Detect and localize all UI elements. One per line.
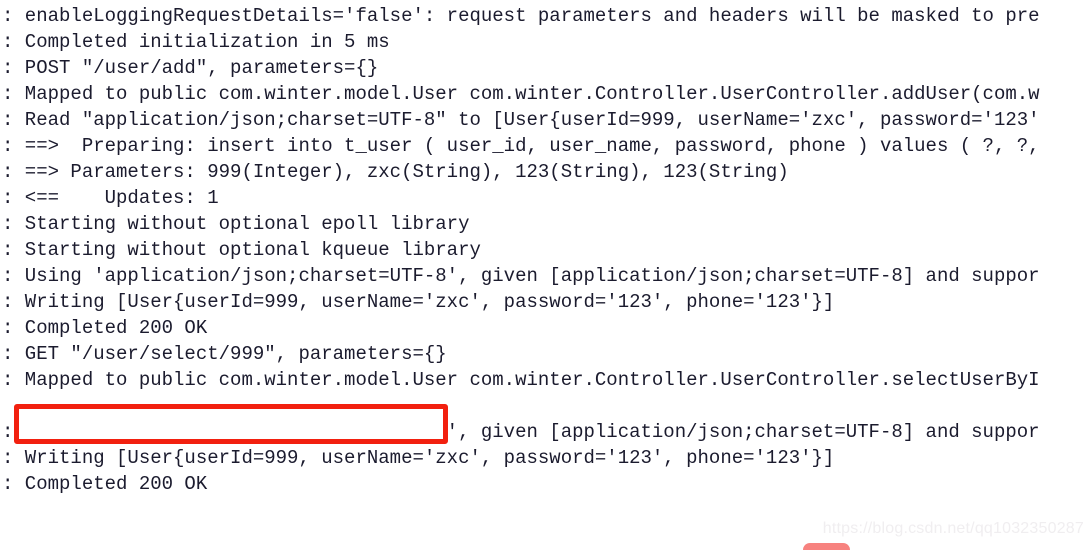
log-line: : Using 'application/json;charset=UTF-8'… — [2, 265, 1040, 287]
partial-red-blob — [803, 543, 850, 550]
log-line: : <== Updates: 1 — [2, 187, 219, 209]
log-line: : Starting without optional epoll librar… — [2, 213, 470, 235]
log-line: : Starting without optional kqueue libra… — [2, 239, 481, 261]
log-line: : Mapped to public com.winter.model.User… — [2, 369, 1040, 391]
log-line: : Mapped to public com.winter.model.User… — [2, 83, 1040, 105]
log-line: : enableLoggingRequestDetails='false': r… — [2, 5, 1040, 27]
red-annotation-box — [14, 404, 448, 444]
watermark-text: https://blog.csdn.net/qq1032350287 — [822, 520, 1084, 537]
log-line: : ==> Preparing: insert into t_user ( us… — [2, 135, 1040, 157]
log-line: : Writing [User{userId=999, userName='zx… — [2, 291, 835, 313]
log-line: : GET "/user/select/999", parameters={} — [2, 343, 447, 365]
log-line: : Read "application/json;charset=UTF-8" … — [2, 109, 1040, 131]
console-log-screenshot: : enableLoggingRequestDetails='false': r… — [0, 0, 1090, 550]
log-line: : POST "/user/add", parameters={} — [2, 57, 379, 79]
log-line: : ==> Parameters: 999(Integer), zxc(Stri… — [2, 161, 789, 183]
log-line: : Completed 200 OK — [2, 473, 208, 495]
log-line: : Completed initialization in 5 ms — [2, 31, 390, 53]
log-line: : Writing [User{userId=999, userName='zx… — [2, 447, 835, 469]
log-line: : Completed 200 OK — [2, 317, 208, 339]
